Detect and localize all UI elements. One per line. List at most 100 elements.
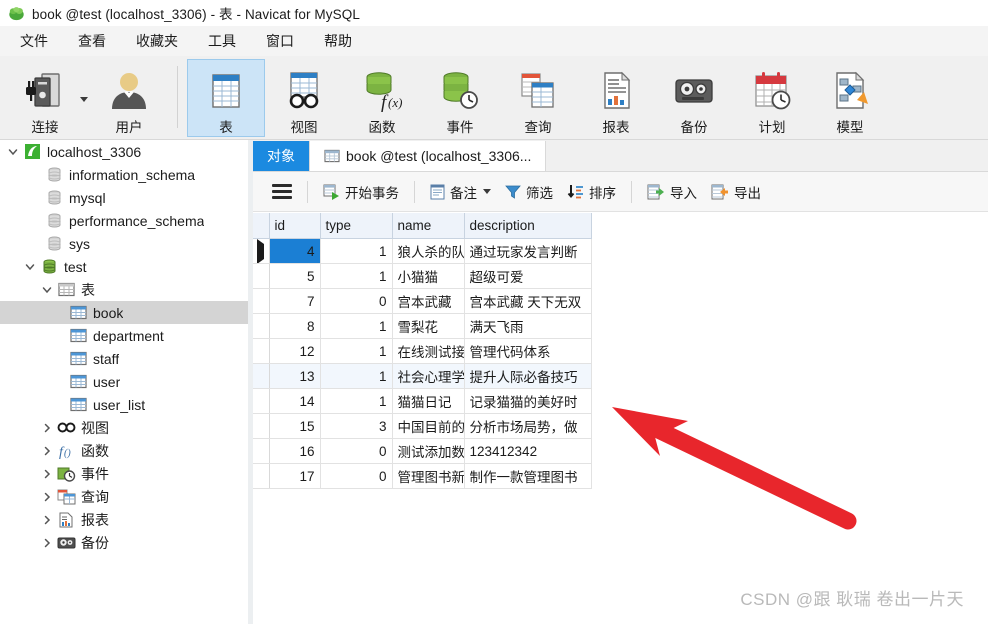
row-selector[interactable] [253, 388, 270, 414]
table-row[interactable]: 15 3 中国目前的 分析市场局势，做 [253, 413, 592, 439]
cell-description[interactable]: 分析市场局势，做 [464, 413, 592, 439]
export-button[interactable]: 导出 [704, 178, 768, 206]
cell-type[interactable]: 1 [320, 388, 393, 414]
tree-node-user[interactable]: user [0, 370, 248, 393]
toolbar-connection-button[interactable]: 连接 [0, 59, 90, 137]
toolbar-query-button[interactable]: 查询 [499, 59, 577, 137]
table-row[interactable]: 7 0 宫本武藏 宫本武藏 天下无双 [253, 288, 592, 314]
chevron-down-icon[interactable] [80, 97, 88, 102]
menu-help[interactable]: 帮助 [314, 28, 362, 54]
tree-node-reports-folder[interactable]: 报表 [0, 508, 248, 531]
cell-name[interactable]: 社会心理学 [392, 363, 465, 389]
table-row[interactable]: 17 0 管理图书新 制作一款管理图书 [253, 463, 592, 489]
sort-button[interactable]: 排序 [560, 178, 623, 206]
toolbar-table-button[interactable]: 表 [187, 59, 265, 137]
tree-node-tables-folder[interactable]: 表 [0, 278, 248, 301]
data-grid[interactable]: id type name description 4 1 狼人杀的队 通过玩家发… [253, 213, 592, 489]
chevron-right-icon[interactable] [38, 485, 56, 508]
toolbar-backup-button[interactable]: 备份 [655, 59, 733, 137]
cell-type[interactable]: 3 [320, 413, 393, 439]
cell-name[interactable]: 猫猫日记 [392, 388, 465, 414]
cell-description[interactable]: 超级可爱 [464, 263, 592, 289]
table-row[interactable]: 5 1 小猫猫 超级可爱 [253, 263, 592, 289]
row-selector-current[interactable] [253, 238, 270, 264]
chevron-down-icon[interactable] [38, 278, 56, 301]
tree-node-events-folder[interactable]: 事件 [0, 462, 248, 485]
cell-id[interactable]: 4 [269, 238, 321, 264]
cell-description[interactable]: 123412342 [464, 438, 592, 464]
toolbar-function-button[interactable]: f (x) 函数 [343, 59, 421, 137]
menu-tools[interactable]: 工具 [198, 28, 246, 54]
cell-description[interactable]: 管理代码体系 [464, 338, 592, 364]
chevron-right-icon[interactable] [38, 439, 56, 462]
cell-name[interactable]: 雪梨花 [392, 313, 465, 339]
cell-description[interactable]: 满天飞雨 [464, 313, 592, 339]
toolbar-schedule-button[interactable]: 计划 [733, 59, 811, 137]
cell-type[interactable]: 1 [320, 238, 393, 264]
column-header-type[interactable]: type [320, 213, 393, 239]
cell-id[interactable]: 14 [269, 388, 321, 414]
grid-menu-button[interactable] [265, 178, 299, 206]
tree-node-sys[interactable]: sys [0, 232, 248, 255]
note-button[interactable]: 备注 [423, 178, 498, 206]
cell-id[interactable]: 16 [269, 438, 321, 464]
cell-name[interactable]: 在线测试接 [392, 338, 465, 364]
tree-node-mysql[interactable]: mysql [0, 186, 248, 209]
toolbar-report-button[interactable]: 报表 [577, 59, 655, 137]
row-selector[interactable] [253, 463, 270, 489]
tree-node-backups-folder[interactable]: 备份 [0, 531, 248, 554]
tree-node-staff[interactable]: staff [0, 347, 248, 370]
tree-node-queries-folder[interactable]: 查询 [0, 485, 248, 508]
cell-id[interactable]: 13 [269, 363, 321, 389]
toolbar-view-button[interactable]: 视图 [265, 59, 343, 137]
cell-name[interactable]: 小猫猫 [392, 263, 465, 289]
cell-name[interactable]: 狼人杀的队 [392, 238, 465, 264]
column-header-id[interactable]: id [269, 213, 321, 239]
menu-view[interactable]: 查看 [68, 28, 116, 54]
chevron-right-icon[interactable] [38, 531, 56, 554]
tree-node-information_schema[interactable]: information_schema [0, 163, 248, 186]
cell-id[interactable]: 15 [269, 413, 321, 439]
table-row[interactable]: 14 1 猫猫日记 记录猫猫的美好时 [253, 388, 592, 414]
column-header-description[interactable]: description [464, 213, 592, 239]
row-selector[interactable] [253, 338, 270, 364]
row-selector[interactable] [253, 263, 270, 289]
table-row[interactable]: 8 1 雪梨花 满天飞雨 [253, 313, 592, 339]
tree-node-department[interactable]: department [0, 324, 248, 347]
tree-node-test[interactable]: test [0, 255, 248, 278]
cell-name[interactable]: 管理图书新 [392, 463, 465, 489]
cell-description[interactable]: 通过玩家发言判断 [464, 238, 592, 264]
table-row[interactable]: 4 1 狼人杀的队 通过玩家发言判断 [253, 238, 592, 264]
row-selector[interactable] [253, 413, 270, 439]
row-selector[interactable] [253, 363, 270, 389]
row-selector[interactable] [253, 313, 270, 339]
table-row[interactable]: 12 1 在线测试接 管理代码体系 [253, 338, 592, 364]
chevron-down-icon[interactable] [4, 140, 22, 163]
table-row[interactable]: 13 1 社会心理学 提升人际必备技巧 [253, 363, 592, 389]
menu-window[interactable]: 窗口 [256, 28, 304, 54]
toolbar-user-button[interactable]: 用户 [90, 59, 168, 137]
cell-type[interactable]: 0 [320, 288, 393, 314]
cell-description[interactable]: 提升人际必备技巧 [464, 363, 592, 389]
chevron-right-icon[interactable] [38, 508, 56, 531]
row-selector[interactable] [253, 438, 270, 464]
tree-node-user_list[interactable]: user_list [0, 393, 248, 416]
tab-book-table[interactable]: book @test (localhost_3306... [309, 141, 547, 171]
menu-favorites[interactable]: 收藏夹 [126, 28, 188, 54]
cell-id[interactable]: 8 [269, 313, 321, 339]
cell-name[interactable]: 宫本武藏 [392, 288, 465, 314]
row-selector[interactable] [253, 288, 270, 314]
filter-button[interactable]: 筛选 [498, 178, 560, 206]
cell-name[interactable]: 中国目前的 [392, 413, 465, 439]
cell-description[interactable]: 记录猫猫的美好时 [464, 388, 592, 414]
cell-name[interactable]: 测试添加数 [392, 438, 465, 464]
chevron-right-icon[interactable] [38, 416, 56, 439]
tree-node-functions-folder[interactable]: f() 函数 [0, 439, 248, 462]
object-tree-panel[interactable]: localhost_3306 information_schema mysql … [0, 140, 248, 624]
tree-node-performance_schema[interactable]: performance_schema [0, 209, 248, 232]
cell-id[interactable]: 12 [269, 338, 321, 364]
cell-id[interactable]: 17 [269, 463, 321, 489]
tree-node-localhost_3306[interactable]: localhost_3306 [0, 140, 248, 163]
toolbar-event-button[interactable]: 事件 [421, 59, 499, 137]
cell-id[interactable]: 5 [269, 263, 321, 289]
